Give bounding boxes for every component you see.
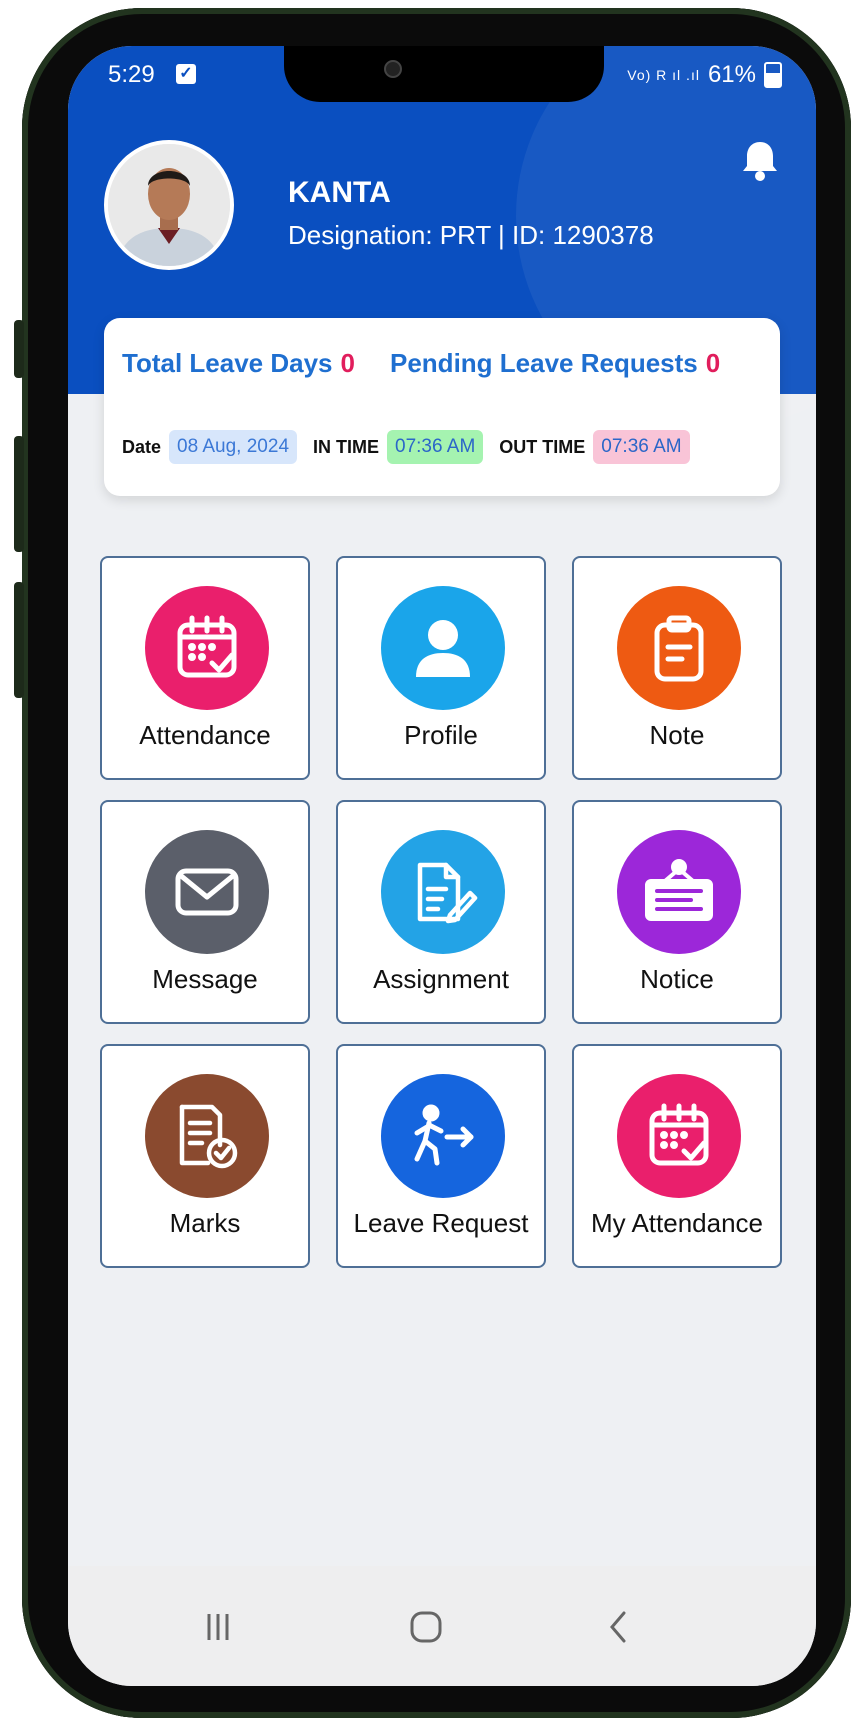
tile-label: Notice xyxy=(640,964,714,994)
total-leave-value: 0 xyxy=(340,348,355,378)
attendance-time-row: Date 08 Aug, 2024 IN TIME 07:36 AM OUT T… xyxy=(122,430,690,464)
notification-bell-icon[interactable] xyxy=(740,138,780,182)
tile-label: Profile xyxy=(404,720,478,750)
in-time-label: IN TIME xyxy=(313,436,380,457)
tile-label: Leave Request xyxy=(353,1208,529,1238)
avatar-photo-icon xyxy=(108,144,230,266)
volume-up-button xyxy=(14,320,24,378)
out-time-label: OUT TIME xyxy=(499,436,586,457)
tile-notice[interactable]: Notice xyxy=(572,800,782,1024)
menu-grid: Attendance Profile Note Message Assignme… xyxy=(100,556,790,1268)
tile-attendance[interactable]: Attendance xyxy=(100,556,310,780)
date-value: 08 Aug, 2024 xyxy=(169,430,298,464)
status-indicators: Vo) R ıl .ıl 61% xyxy=(627,61,782,89)
user-designation: Designation: PRT | ID: 1290378 xyxy=(288,220,654,250)
tile-label: Attendance xyxy=(139,720,271,750)
camera-icon xyxy=(384,60,402,78)
tile-assignment[interactable]: Assignment xyxy=(336,800,546,1024)
avatar[interactable] xyxy=(104,140,234,270)
total-leave-label: Total Leave Days xyxy=(122,348,333,378)
tile-label: Message xyxy=(152,964,258,994)
tile-my-attendance[interactable]: My Attendance xyxy=(572,1044,782,1268)
battery-percent: 61% xyxy=(707,61,756,88)
tile-label: My Attendance xyxy=(591,1208,763,1238)
battery-icon xyxy=(764,62,782,88)
pending-leave-requests: Pending Leave Requests 0 xyxy=(390,348,720,379)
date-label: Date xyxy=(122,436,162,457)
out-time-value: 07:36 AM xyxy=(593,430,690,464)
pending-leave-label: Pending Leave Requests xyxy=(390,348,698,378)
clipboard-icon xyxy=(617,586,741,710)
calendar-check-icon xyxy=(145,586,269,710)
leave-summary-card: Total Leave Days 0 Pending Leave Requests… xyxy=(104,318,780,496)
tile-note[interactable]: Note xyxy=(572,556,782,780)
report-check-icon xyxy=(145,1074,269,1198)
home-icon[interactable] xyxy=(396,1602,456,1652)
signal-icon: Vo) R ıl .ıl xyxy=(627,67,700,83)
in-time-value: 07:36 AM xyxy=(387,430,484,464)
envelope-icon xyxy=(145,830,269,954)
tile-marks[interactable]: Marks xyxy=(100,1044,310,1268)
power-button xyxy=(14,582,24,698)
tile-profile[interactable]: Profile xyxy=(336,556,546,780)
tile-label: Note xyxy=(649,720,705,750)
user-name: KANTA xyxy=(288,176,391,209)
tile-label: Marks xyxy=(169,1208,241,1238)
walking-exit-icon xyxy=(381,1074,505,1198)
camera-notch xyxy=(284,46,604,102)
person-icon xyxy=(381,586,505,710)
back-icon[interactable] xyxy=(588,1602,648,1652)
tile-message[interactable]: Message xyxy=(100,800,310,1024)
tile-leave-request[interactable]: Leave Request xyxy=(336,1044,546,1268)
tile-label: Assignment xyxy=(373,964,509,994)
recent-apps-icon[interactable] xyxy=(188,1602,248,1652)
system-navigation-bar xyxy=(68,1566,816,1686)
status-time: 5:29 xyxy=(108,61,155,88)
notification-check-icon: ✓ xyxy=(176,64,196,84)
volume-down-button xyxy=(14,436,24,552)
calendar-check-icon xyxy=(617,1074,741,1198)
screen: 5:29 ✓ Vo) R ıl .ıl 61% KANTA Designatio… xyxy=(68,46,816,1686)
notice-board-icon xyxy=(617,830,741,954)
document-edit-icon xyxy=(381,830,505,954)
total-leave-days: Total Leave Days 0 xyxy=(122,348,355,379)
pending-leave-value: 0 xyxy=(705,348,721,378)
